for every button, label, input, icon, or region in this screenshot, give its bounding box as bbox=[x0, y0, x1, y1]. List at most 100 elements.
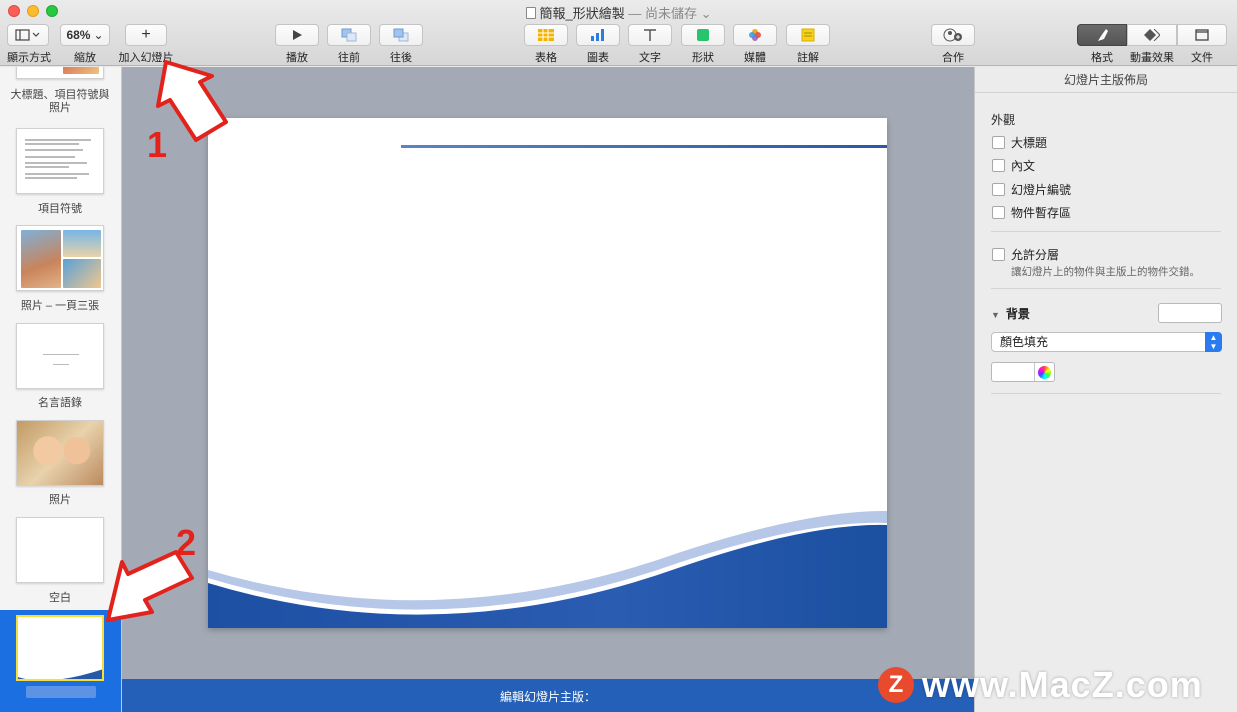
comment-icon bbox=[801, 28, 815, 42]
format-button[interactable] bbox=[1077, 24, 1127, 46]
allow-layering-checkbox[interactable] bbox=[992, 248, 1005, 261]
forward-control[interactable]: 往後 bbox=[379, 24, 423, 65]
layout-thumbnail[interactable] bbox=[16, 323, 104, 389]
shape-label: 形狀 bbox=[692, 52, 714, 64]
photo-thumbnail bbox=[63, 230, 101, 257]
document-control[interactable]: 文件 bbox=[1177, 24, 1227, 65]
watermark: Z www.MacZ.com bbox=[878, 664, 1203, 706]
inspector-title: 幻燈片主版佈局 bbox=[975, 67, 1237, 93]
edit-master-bar: 編輯幻燈片主版： bbox=[122, 679, 974, 712]
animate-control[interactable]: 動畫效果 bbox=[1127, 24, 1177, 65]
layout-thumbnail[interactable] bbox=[16, 517, 104, 583]
table-icon bbox=[538, 29, 554, 41]
selected-layout[interactable] bbox=[0, 610, 121, 712]
layout-label: 照片 bbox=[49, 494, 71, 506]
layout-thumbnail[interactable] bbox=[16, 128, 104, 194]
background-color-well[interactable] bbox=[1158, 303, 1222, 323]
send-backward-icon bbox=[341, 28, 357, 42]
selected-layout-label bbox=[26, 686, 96, 698]
body-checkbox-row[interactable]: 內文 bbox=[992, 157, 1035, 174]
text-button[interactable] bbox=[628, 24, 672, 46]
watermark-text: www.MacZ.com bbox=[922, 664, 1203, 705]
checkbox-label: 大標題 bbox=[1011, 136, 1048, 150]
placeholder-checkbox-row[interactable]: 物件暫存區 bbox=[992, 204, 1071, 221]
allow-layering-hint: 讓幻燈片上的物件與主版上的物件交錯。 bbox=[1011, 266, 1200, 278]
format-inspector: 幻燈片主版佈局 外觀 大標題 內文 幻燈片編號 物件暫存區 允許分層 讓幻燈片上… bbox=[974, 67, 1237, 712]
allow-layering-row[interactable]: 允許分層 bbox=[992, 246, 1059, 263]
disclosure-triangle-icon[interactable]: ▼ bbox=[991, 310, 1000, 320]
text-control[interactable]: 文字 bbox=[628, 24, 672, 65]
wave-thumbnail bbox=[18, 669, 102, 679]
layout-thumbnail[interactable] bbox=[16, 67, 104, 79]
play-button[interactable] bbox=[275, 24, 319, 46]
slide-number-checkbox[interactable] bbox=[992, 183, 1005, 196]
fill-type-select[interactable]: 顏色填充 ▲ ▼ bbox=[991, 332, 1222, 352]
text-box-icon bbox=[644, 29, 656, 41]
toolbar: 簡報_形狀繪製 — 尚未儲存 ⌄ 顯示方式 68% ⌄ 縮放 + 加入幻燈片 播放… bbox=[0, 0, 1237, 66]
zoom-menu[interactable]: 68% ⌄ 縮放 bbox=[60, 24, 110, 65]
body-checkbox[interactable] bbox=[992, 159, 1005, 172]
media-button[interactable] bbox=[733, 24, 777, 46]
collaborate-button[interactable] bbox=[931, 24, 975, 46]
step-1-label: 1 bbox=[147, 124, 168, 165]
edit-master-text: 編輯幻燈片主版： bbox=[499, 690, 596, 704]
media-control[interactable]: 媒體 bbox=[733, 24, 777, 65]
fill-type-value: 顏色填充 bbox=[1000, 335, 1049, 349]
backward-button[interactable] bbox=[327, 24, 371, 46]
comment-control[interactable]: 註解 bbox=[786, 24, 830, 65]
master-slide[interactable] bbox=[208, 118, 887, 628]
object-placeholder-checkbox[interactable] bbox=[992, 206, 1005, 219]
add-slide-control[interactable]: + 加入幻燈片 bbox=[118, 24, 174, 65]
slide-layout-navigator[interactable]: 大標題、項目符號與照片 項目符號 照片 – 一頁三張 名言語錄 照片 空白 bbox=[0, 67, 122, 712]
chart-control[interactable]: 圖表 bbox=[576, 24, 620, 65]
layout-thumbnail[interactable] bbox=[16, 225, 104, 291]
play-icon bbox=[293, 30, 302, 40]
appearance-heading: 外觀 bbox=[991, 113, 1016, 127]
title-checkbox[interactable] bbox=[992, 136, 1005, 149]
layout-label: 照片 – 一頁三張 bbox=[20, 300, 100, 312]
selected-layout-thumbnail[interactable] bbox=[16, 615, 104, 681]
backward-control[interactable]: 往前 bbox=[327, 24, 371, 65]
collaborate-control[interactable]: 合作 bbox=[931, 24, 975, 65]
comment-button[interactable] bbox=[786, 24, 830, 46]
divider bbox=[991, 393, 1221, 394]
view-button[interactable] bbox=[7, 24, 49, 46]
save-status[interactable]: — 尚未儲存 ⌄ bbox=[628, 6, 711, 21]
layout-thumbnail[interactable] bbox=[16, 420, 104, 486]
format-control[interactable]: 格式 bbox=[1077, 24, 1127, 65]
document-label: 文件 bbox=[1191, 52, 1213, 64]
slide-canvas[interactable] bbox=[122, 67, 974, 679]
title-checkbox-row[interactable]: 大標題 bbox=[992, 134, 1047, 151]
play-control[interactable]: 播放 bbox=[275, 24, 319, 65]
forward-button[interactable] bbox=[379, 24, 423, 46]
background-heading[interactable]: ▼ 背景 bbox=[991, 305, 1030, 322]
view-menu[interactable]: 顯示方式 bbox=[7, 24, 51, 65]
document-button[interactable] bbox=[1177, 24, 1227, 46]
wave-background[interactable] bbox=[208, 118, 887, 628]
document-icon bbox=[525, 7, 536, 19]
slide-number-checkbox-row[interactable]: 幻燈片編號 bbox=[992, 181, 1071, 198]
shape-button[interactable] bbox=[681, 24, 725, 46]
table-label: 表格 bbox=[535, 52, 557, 64]
add-slide-label: 加入幻燈片 bbox=[118, 52, 174, 64]
step-2-label: 2 bbox=[176, 522, 197, 563]
zoom-button[interactable]: 68% ⌄ bbox=[60, 24, 110, 46]
animate-label: 動畫效果 bbox=[1130, 52, 1174, 64]
document-title[interactable]: 簡報_形狀繪製 bbox=[540, 6, 625, 21]
chart-button[interactable] bbox=[576, 24, 620, 46]
view-label: 顯示方式 bbox=[7, 52, 51, 64]
color-wheel-button[interactable] bbox=[1034, 363, 1054, 381]
collaborate-label: 合作 bbox=[942, 52, 964, 64]
photo-thumbnail bbox=[21, 230, 61, 288]
table-button[interactable] bbox=[524, 24, 568, 46]
add-slide-button[interactable]: + bbox=[125, 24, 167, 46]
color-wheel-icon bbox=[1038, 365, 1051, 379]
fill-color-well[interactable] bbox=[991, 362, 1055, 382]
chevron-down-icon: ⌄ bbox=[93, 28, 104, 42]
sidebar-icon bbox=[15, 29, 40, 41]
layout-label: 空白 bbox=[49, 592, 71, 604]
table-control[interactable]: 表格 bbox=[524, 24, 568, 65]
shape-control[interactable]: 形狀 bbox=[681, 24, 725, 65]
animate-button[interactable] bbox=[1127, 24, 1177, 46]
collaborate-icon bbox=[943, 28, 962, 42]
